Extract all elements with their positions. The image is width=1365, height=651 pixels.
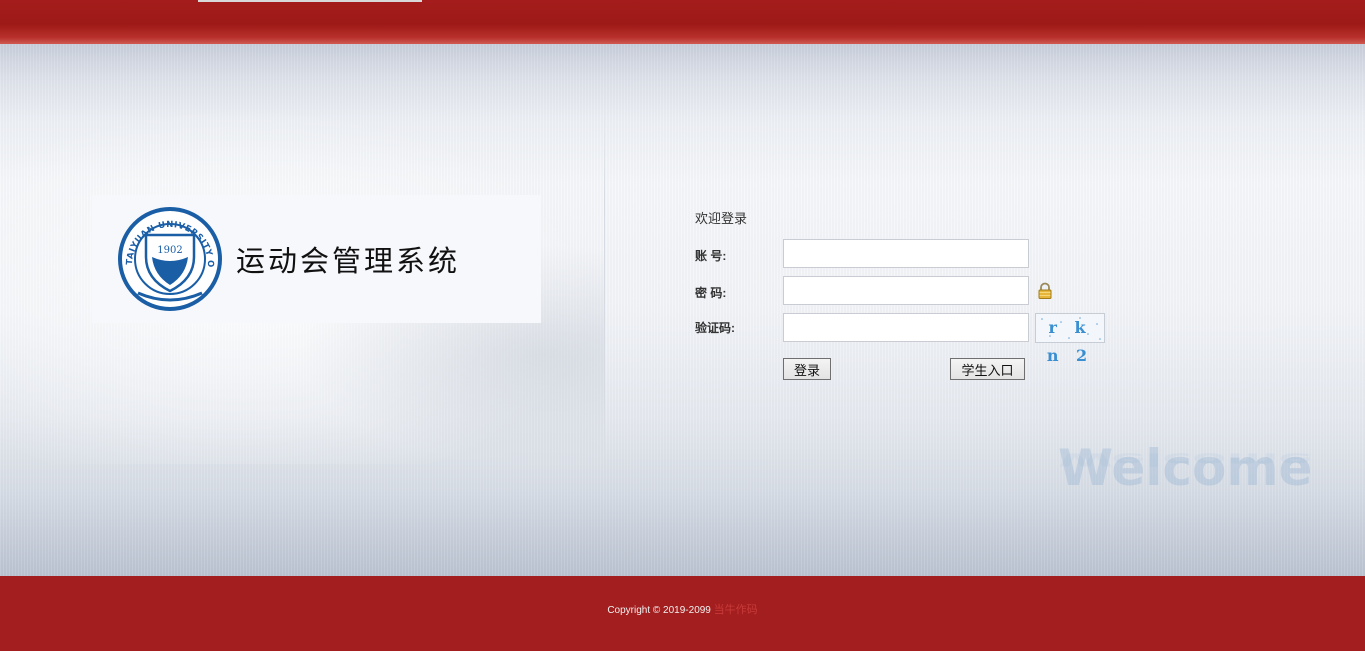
system-title: 运动会管理系统 [236,244,461,278]
welcome-watermark-reflection: Welcome [1058,449,1313,470]
login-page: TAIYUAN UNIVERSITY OF TECHNOLOGY 1902 运动… [0,0,1365,651]
copyright-text: Copyright © 2019-2099 [607,605,711,616]
university-seal-logo: TAIYUAN UNIVERSITY OF TECHNOLOGY 1902 [116,207,222,311]
password-input[interactable] [783,276,1029,305]
account-label: 账 号: [695,249,727,263]
top-header-bar [0,0,1365,44]
vertical-divider [604,100,605,500]
seal-year: 1902 [157,245,182,256]
captcha-input[interactable] [783,313,1029,342]
login-heading: 欢迎登录 [695,211,748,226]
password-label: 密 码: [695,286,727,300]
lock-icon [1038,282,1052,299]
captcha-label: 验证码: [695,321,735,335]
author-link[interactable]: 当牛作码 [714,604,758,616]
account-input[interactable] [783,239,1029,268]
captcha-image[interactable]: r k n 2 [1035,313,1105,365]
login-button[interactable]: 登录 [783,358,831,380]
student-entrance-button[interactable]: 学生入口 [950,358,1025,380]
top-notch-decoration [198,0,422,2]
captcha-text: r k n 2 [1046,318,1094,365]
copyright-line: Copyright © 2019-2099 当牛作码 [0,601,1365,617]
